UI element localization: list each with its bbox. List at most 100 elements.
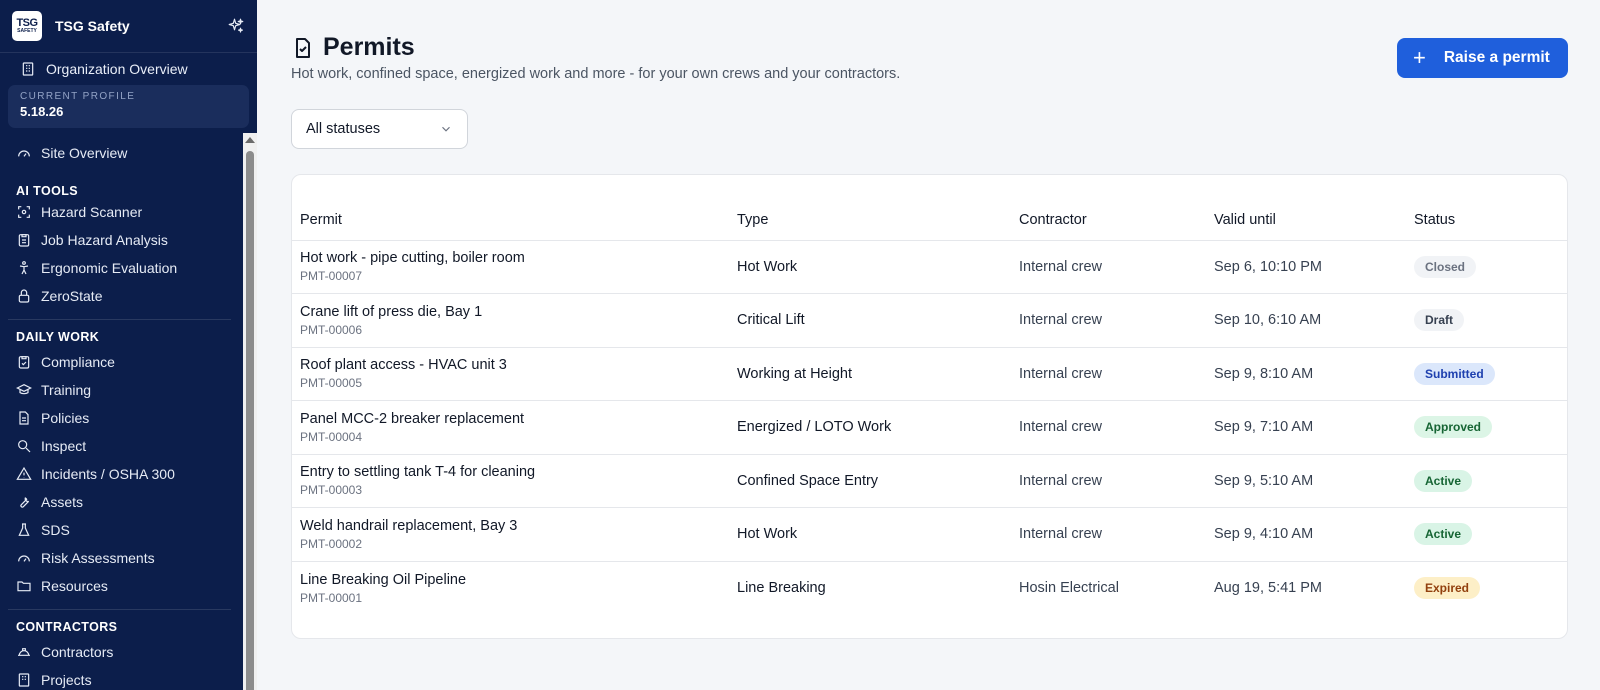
column-header-valid-until[interactable]: Valid until [1206, 175, 1406, 241]
permit-name[interactable]: Entry to settling tank T-4 for cleaning [300, 464, 721, 480]
permit-type: Line Breaking [737, 580, 826, 596]
document-check-icon [296, 37, 310, 58]
status-cell: Active [1406, 454, 1567, 508]
organization-overview-link[interactable]: Organization Overview [0, 53, 257, 85]
permit-id: PMT-00007 [300, 269, 363, 284]
permit-contractor: Internal crew [1011, 293, 1206, 348]
table-row[interactable]: Crane lift of press die, Bay 1 PMT-00006 C… [292, 293, 1567, 348]
status-cell: Active [1406, 507, 1567, 562]
permit-id: PMT-00005 [300, 376, 363, 391]
permit-valid-until: Sep 9, 4:10 AM [1206, 507, 1406, 562]
status-cell: Approved [1406, 400, 1567, 455]
sidebar-item-assets[interactable]: Assets [0, 488, 243, 516]
sidebar-item-contractors[interactable]: Contractors [0, 638, 243, 666]
permit-id: PMT-00004 [300, 429, 363, 444]
permit-name[interactable]: Panel MCC-2 breaker replacement [300, 411, 721, 427]
lock-icon [18, 289, 30, 303]
table-row[interactable]: Roof plant access - HVAC unit 3 PMT-00005… [292, 347, 1567, 401]
status-cell: Expired [1406, 561, 1567, 615]
table-row[interactable]: Weld handrail replacement, Bay 3 PMT-0000… [292, 507, 1567, 562]
sidebar-item-inspect[interactable]: Inspect [0, 432, 243, 460]
scroll-up-arrow-icon[interactable] [245, 137, 255, 143]
permit-contractor: Hosin Electrical [1019, 580, 1119, 596]
permit-name[interactable]: Line Breaking Oil Pipeline [300, 572, 721, 588]
permits-table: Permit Type Contractor Valid until Statu… [292, 175, 1567, 615]
sidebar-item-job-hazard-analysis[interactable]: Job Hazard Analysis [0, 226, 243, 254]
sparkle-icon[interactable] [227, 17, 245, 35]
section-daily-work: DAILY WORK [16, 330, 100, 344]
sidebar-item-zerostate[interactable]: ZeroState [0, 282, 243, 310]
sidebar-item-resources[interactable]: Resources [0, 572, 243, 600]
sidebar-item-hazard-scanner[interactable]: Hazard Scanner [0, 198, 243, 226]
permit-valid-until: Sep 9, 8:10 AM [1206, 347, 1406, 401]
status-badge: Expired [1414, 577, 1481, 599]
permit-valid-until: Sep 9, 5:10 AM [1206, 454, 1406, 508]
permit-id: PMT-00006 [300, 322, 363, 337]
current-profile[interactable]: CURRENT PROFILE 5.18.26 [8, 85, 249, 128]
status-badge: Active [1414, 469, 1473, 492]
page-subtitle: Hot work, confined space, energized work… [291, 66, 901, 82]
status-cell: Draft [1406, 293, 1567, 348]
gauge-icon [18, 150, 30, 157]
graduation-cap-icon [16, 383, 32, 395]
sidebar-item-policies[interactable]: Policies [0, 404, 243, 432]
sidebar-nav: Site Overview AI TOOLS Hazard Scanner Jo… [0, 133, 243, 690]
table-row[interactable]: Entry to settling tank T-4 for cleaning P… [292, 454, 1567, 508]
sidebar-item-sds[interactable]: SDS [0, 516, 243, 544]
sidebar-item-ergonomic-evaluation[interactable]: Ergonomic Evaluation [0, 254, 243, 282]
permit-cell: Roof plant access - HVAC unit 3 PMT-00005 [292, 347, 729, 401]
status-badge: Submitted [1414, 362, 1495, 385]
raise-permit-button[interactable]: + Raise a permit [1397, 38, 1568, 78]
sidebar-item-compliance[interactable]: Compliance [0, 348, 243, 376]
permit-contractor: Internal crew [1011, 454, 1206, 508]
sidebar-item-site-overview[interactable]: Site Overview [0, 139, 243, 167]
permit-contractor: Internal crew [1011, 507, 1206, 562]
warning-icon [16, 466, 32, 480]
status-filter-value: All statuses [306, 121, 381, 137]
permit-type: Energized / LOTO Work [729, 400, 1011, 455]
permit-id: PMT-00001 [300, 590, 363, 605]
document-icon [19, 411, 29, 425]
table-row[interactable]: Panel MCC-2 breaker replacement PMT-00004… [292, 400, 1567, 455]
column-header-status[interactable]: Status [1406, 175, 1567, 241]
sidebar-item-risk-assessments[interactable]: Risk Assessments [0, 544, 243, 572]
permit-valid-until: Aug 19, 5:41 PM [1214, 580, 1323, 596]
permit-type: Working at Height [729, 347, 1011, 401]
status-filter-select[interactable]: All statuses [291, 109, 468, 149]
status-badge: Active [1414, 523, 1473, 546]
column-header-type[interactable]: Type [729, 175, 1011, 241]
tsg-logo: TSG SAFETY [12, 11, 42, 41]
section-contractors: CONTRACTORS [16, 620, 118, 634]
sidebar-divider [8, 319, 231, 320]
permit-contractor: Internal crew [1011, 347, 1206, 401]
brand-header: TSG SAFETY TSG Safety [0, 0, 257, 53]
permit-cell: Hot work - pipe cutting, boiler room PMT-… [292, 240, 729, 294]
permit-valid-until: Sep 10, 6:10 AM [1206, 293, 1406, 348]
building-icon [22, 62, 34, 76]
sidebar-item-projects[interactable]: Projects [0, 666, 243, 690]
status-badge: Closed [1414, 255, 1477, 278]
permit-type: Hot Work [729, 507, 1011, 562]
gauge-icon [18, 555, 30, 562]
folder-icon [17, 581, 31, 592]
permit-name[interactable]: Roof plant access - HVAC unit 3 [300, 357, 721, 373]
permit-name[interactable]: Crane lift of press die, Bay 1 [300, 304, 721, 320]
sidebar-item-incidents[interactable]: Incidents / OSHA 300 [0, 460, 243, 488]
column-header-contractor[interactable]: Contractor [1011, 175, 1206, 241]
permit-cell: Crane lift of press die, Bay 1 PMT-00006 [292, 293, 729, 348]
status-cell: Submitted [1406, 347, 1567, 401]
sidebar-scrollbar[interactable] [243, 133, 257, 690]
permit-name[interactable]: Weld handrail replacement, Bay 3 [300, 518, 721, 534]
table-row[interactable]: Hot work - pipe cutting, boiler room PMT-… [292, 240, 1567, 294]
permit-cell: Line Breaking Oil Pipeline PMT-00001 [292, 561, 729, 615]
sidebar-item-training[interactable]: Training [0, 376, 243, 404]
table-row[interactable]: Line Breaking Oil Pipeline PMT-00001 Line … [292, 561, 1567, 615]
status-badge: Draft [1414, 309, 1465, 332]
column-header-permit[interactable]: Permit [292, 175, 729, 241]
permit-name[interactable]: Hot work - pipe cutting, boiler room [300, 250, 721, 266]
status-badge: Approved [1414, 416, 1493, 439]
clipboard-icon [18, 234, 30, 247]
scrollbar-thumb[interactable] [246, 151, 254, 690]
current-profile-label: CURRENT PROFILE [20, 91, 136, 102]
chevron-down-icon [442, 126, 450, 132]
